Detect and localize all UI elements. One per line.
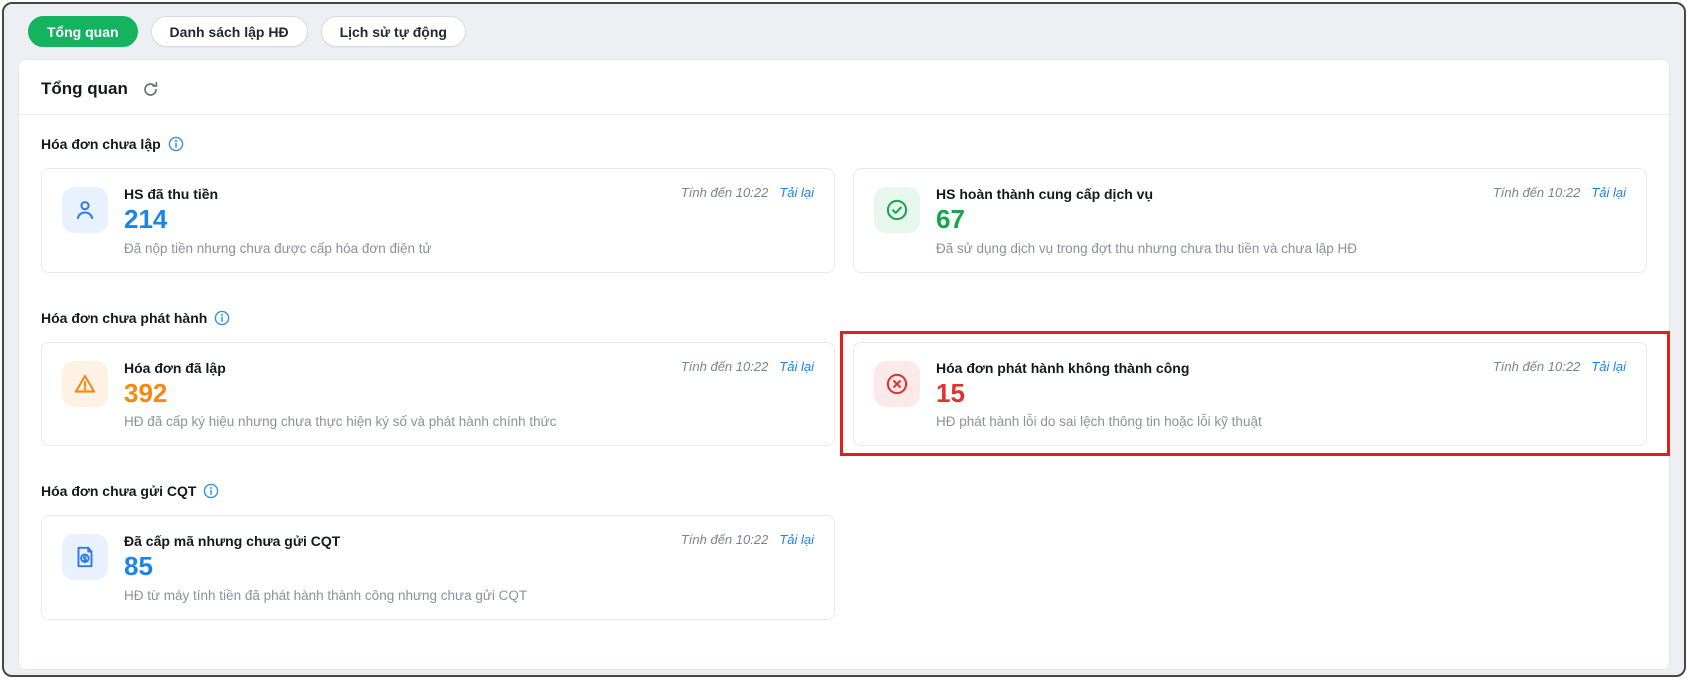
as-of-timestamp: Tính đến 10:22 bbox=[1492, 358, 1581, 374]
empty-slot bbox=[853, 515, 1647, 620]
card-title: HS hoàn thành cung cấp dịch vụ bbox=[936, 186, 1154, 202]
card-body: HS đã thu tiền 214 Đã nộp tiền nhưng chư… bbox=[124, 184, 432, 256]
reload-link[interactable]: Tải lại bbox=[779, 185, 814, 200]
x-circle-icon bbox=[874, 360, 920, 407]
info-icon[interactable] bbox=[214, 310, 230, 326]
overview-panel: Tổng quan Hóa đơn chưa lập HS đã thu tiề… bbox=[18, 59, 1670, 670]
card-description: Đã sử dụng dịch vụ trong đợt thu nhưng c… bbox=[936, 240, 1357, 256]
as-of-timestamp: Tính đến 10:22 bbox=[680, 358, 769, 374]
user-icon bbox=[62, 187, 108, 233]
stat-card-hs-hoan-thanh: HS hoàn thành cung cấp dịch vụ 67 Đã sử … bbox=[853, 168, 1647, 273]
section-heading: Hóa đơn chưa gửi CQT bbox=[41, 483, 1647, 499]
card-description: HĐ từ máy tính tiền đã phát hành thành c… bbox=[124, 587, 528, 603]
section-heading-label: Hóa đơn chưa lập bbox=[41, 136, 161, 152]
section-heading: Hóa đơn chưa lập bbox=[41, 136, 1647, 152]
app-window: Tổng quan Danh sách lập HĐ Lịch sử tự độ… bbox=[2, 2, 1686, 677]
card-title: Đã cấp mã nhưng chưa gửi CQT bbox=[124, 533, 341, 550]
section-hoa-don-chua-gui-cqt: Hóa đơn chưa gửi CQT Đã cấp mã nhưng chư… bbox=[41, 483, 1647, 620]
as-of-timestamp: Tính đến 10:22 bbox=[1492, 185, 1581, 200]
reload-link[interactable]: Tải lại bbox=[1591, 185, 1626, 200]
tab-lich-su-tu-dong[interactable]: Lịch sử tự động bbox=[320, 16, 466, 47]
card-description: HĐ đã cấp ký hiệu nhưng chưa thực hiện k… bbox=[124, 414, 557, 430]
reload-link[interactable]: Tải lại bbox=[779, 359, 814, 374]
card-body: HS hoàn thành cung cấp dịch vụ 67 Đã sử … bbox=[936, 184, 1357, 256]
as-of-timestamp: Tính đến 10:22 bbox=[680, 185, 769, 200]
card-value: 214 bbox=[124, 204, 168, 234]
page-title: Tổng quan bbox=[41, 79, 128, 98]
section-heading: Hóa đơn chưa phát hành bbox=[41, 310, 1647, 326]
section-heading-label: Hóa đơn chưa phát hành bbox=[41, 309, 208, 326]
section-hoa-don-chua-phat-hanh: Hóa đơn chưa phát hành Hóa đơn đã lập 39… bbox=[41, 310, 1670, 457]
panel-header: Tổng quan bbox=[19, 60, 1669, 114]
card-title: HS đã thu tiền bbox=[124, 186, 219, 202]
section-heading-label: Hóa đơn chưa gửi CQT bbox=[41, 483, 197, 500]
card-title: Hóa đơn đã lập bbox=[124, 359, 226, 376]
info-icon[interactable] bbox=[203, 483, 219, 499]
reload-link[interactable]: Tải lại bbox=[779, 532, 814, 547]
card-value: 392 bbox=[124, 377, 168, 408]
card-description: Đã nộp tiền nhưng chưa được cấp hóa đơn … bbox=[124, 240, 432, 256]
section-hoa-don-chua-lap: Hóa đơn chưa lập HS đã thu tiền 214 Đã n… bbox=[41, 136, 1647, 273]
invoice-dollar-icon bbox=[62, 534, 108, 581]
card-value: 15 bbox=[936, 377, 965, 408]
card-value: 67 bbox=[936, 204, 965, 234]
check-circle-icon bbox=[874, 187, 920, 233]
tab-tong-quan[interactable]: Tổng quan bbox=[28, 16, 138, 47]
warning-triangle-icon bbox=[62, 360, 108, 407]
card-body: Đã cấp mã nhưng chưa gửi CQT 85 HĐ từ má… bbox=[124, 531, 527, 603]
refresh-icon[interactable] bbox=[141, 79, 161, 99]
info-icon[interactable] bbox=[168, 136, 184, 152]
as-of-timestamp: Tính đến 10:22 bbox=[680, 532, 769, 548]
card-body: Hóa đơn đã lập 392 HĐ đã cấp ký hiệu như… bbox=[124, 358, 556, 430]
stat-card-phat-hanh-khong-thanh-cong: Hóa đơn phát hành không thành công 15 HĐ… bbox=[853, 341, 1647, 447]
card-title: Hóa đơn phát hành không thành công bbox=[936, 359, 1190, 376]
card-body: Hóa đơn phát hành không thành công 15 HĐ… bbox=[936, 358, 1262, 430]
card-description: HĐ phát hành lỗi do sai lệch thông tin h… bbox=[936, 414, 1262, 430]
panel-content: Hóa đơn chưa lập HS đã thu tiền 214 Đã n… bbox=[19, 115, 1670, 620]
tab-danh-sach-lap-hd[interactable]: Danh sách lập HĐ bbox=[150, 16, 308, 47]
tab-bar: Tổng quan Danh sách lập HĐ Lịch sử tự độ… bbox=[4, 4, 1684, 59]
reload-link[interactable]: Tải lại bbox=[1591, 359, 1626, 374]
stat-card-da-cap-ma-chua-gui-cqt: Đã cấp mã nhưng chưa gửi CQT 85 HĐ từ má… bbox=[41, 515, 835, 620]
card-value: 85 bbox=[124, 551, 153, 582]
stat-card-hs-da-thu-tien: HS đã thu tiền 214 Đã nộp tiền nhưng chư… bbox=[41, 168, 835, 273]
stat-card-hoa-don-da-lap: Hóa đơn đã lập 392 HĐ đã cấp ký hiệu như… bbox=[41, 341, 835, 447]
